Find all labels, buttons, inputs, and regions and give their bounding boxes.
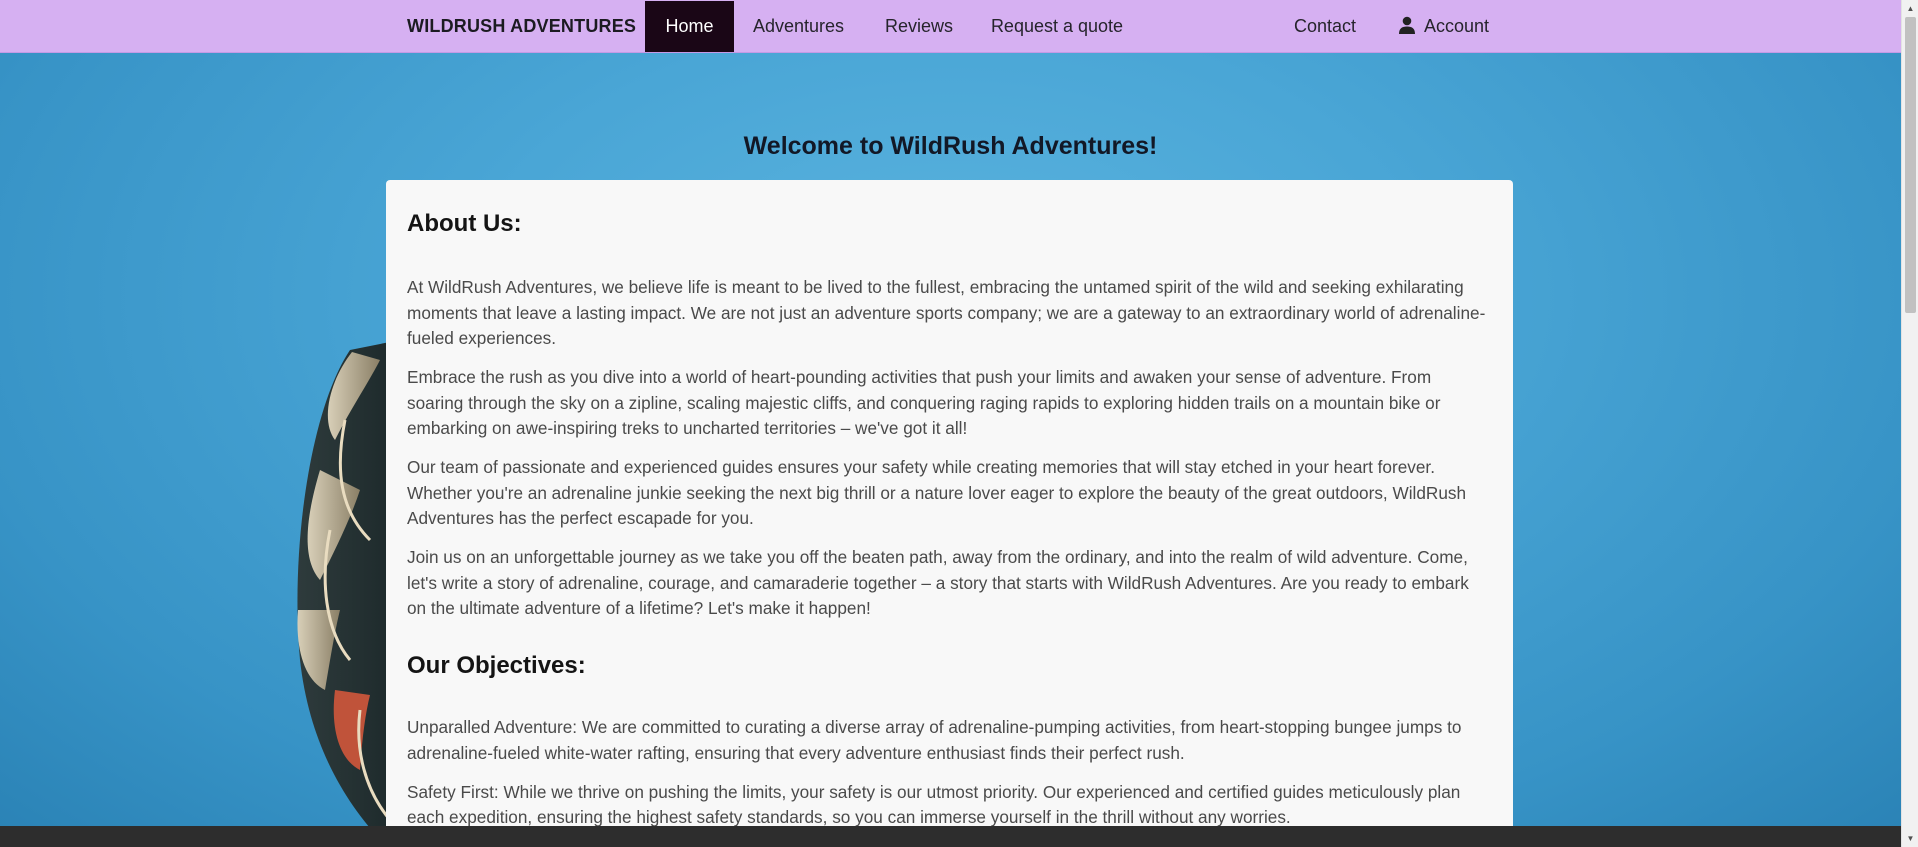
scrollbar-thumb[interactable] [1905,17,1916,313]
about-paragraph: At WildRush Adventures, we believe life … [407,277,1486,348]
about-paragraph: Embrace the rush as you dive into a worl… [407,367,1441,438]
about-section: At WildRush Adventures, we believe life … [407,275,1492,635]
brand-logo-text[interactable]: WILDRUSH ADVENTURES [407,0,636,53]
about-paragraph: Our team of passionate and experienced g… [407,457,1467,528]
account-label: Account [1424,16,1490,36]
page-scrollbar[interactable]: ▲ ▼ [1901,0,1918,847]
page-background: WILDRUSH ADVENTURES Home Adventures Revi… [0,0,1901,847]
scroll-up-arrow-icon[interactable]: ▲ [1902,0,1918,17]
content-panel: About Us: At WildRush Adventures, we bel… [386,180,1513,847]
objectives-heading: Our Objectives: [407,652,586,679]
footer-strip [0,826,1901,847]
navbar: WILDRUSH ADVENTURES Home Adventures Revi… [0,0,1901,53]
about-paragraph: Join us on an unforgettable journey as w… [407,547,1469,618]
nav-contact[interactable]: Contact [1285,0,1365,53]
objective-paragraph: Unparalled Adventure: We are committed t… [407,717,1462,763]
about-heading: About Us: [407,210,522,237]
welcome-heading: Welcome to WildRush Adventures! [743,132,1158,160]
nav-request-quote[interactable]: Request a quote [981,0,1133,53]
user-icon [1399,16,1415,34]
nav-account[interactable]: Account [1398,0,1498,53]
nav-home[interactable]: Home [645,1,734,52]
nav-reviews[interactable]: Reviews [874,0,964,53]
objective-paragraph: Safety First: While we thrive on pushing… [407,781,1461,828]
scroll-down-arrow-icon[interactable]: ▼ [1902,830,1918,847]
nav-adventures[interactable]: Adventures [740,0,857,53]
objectives-section: Unparalled Adventure: We are committed t… [407,715,1492,844]
